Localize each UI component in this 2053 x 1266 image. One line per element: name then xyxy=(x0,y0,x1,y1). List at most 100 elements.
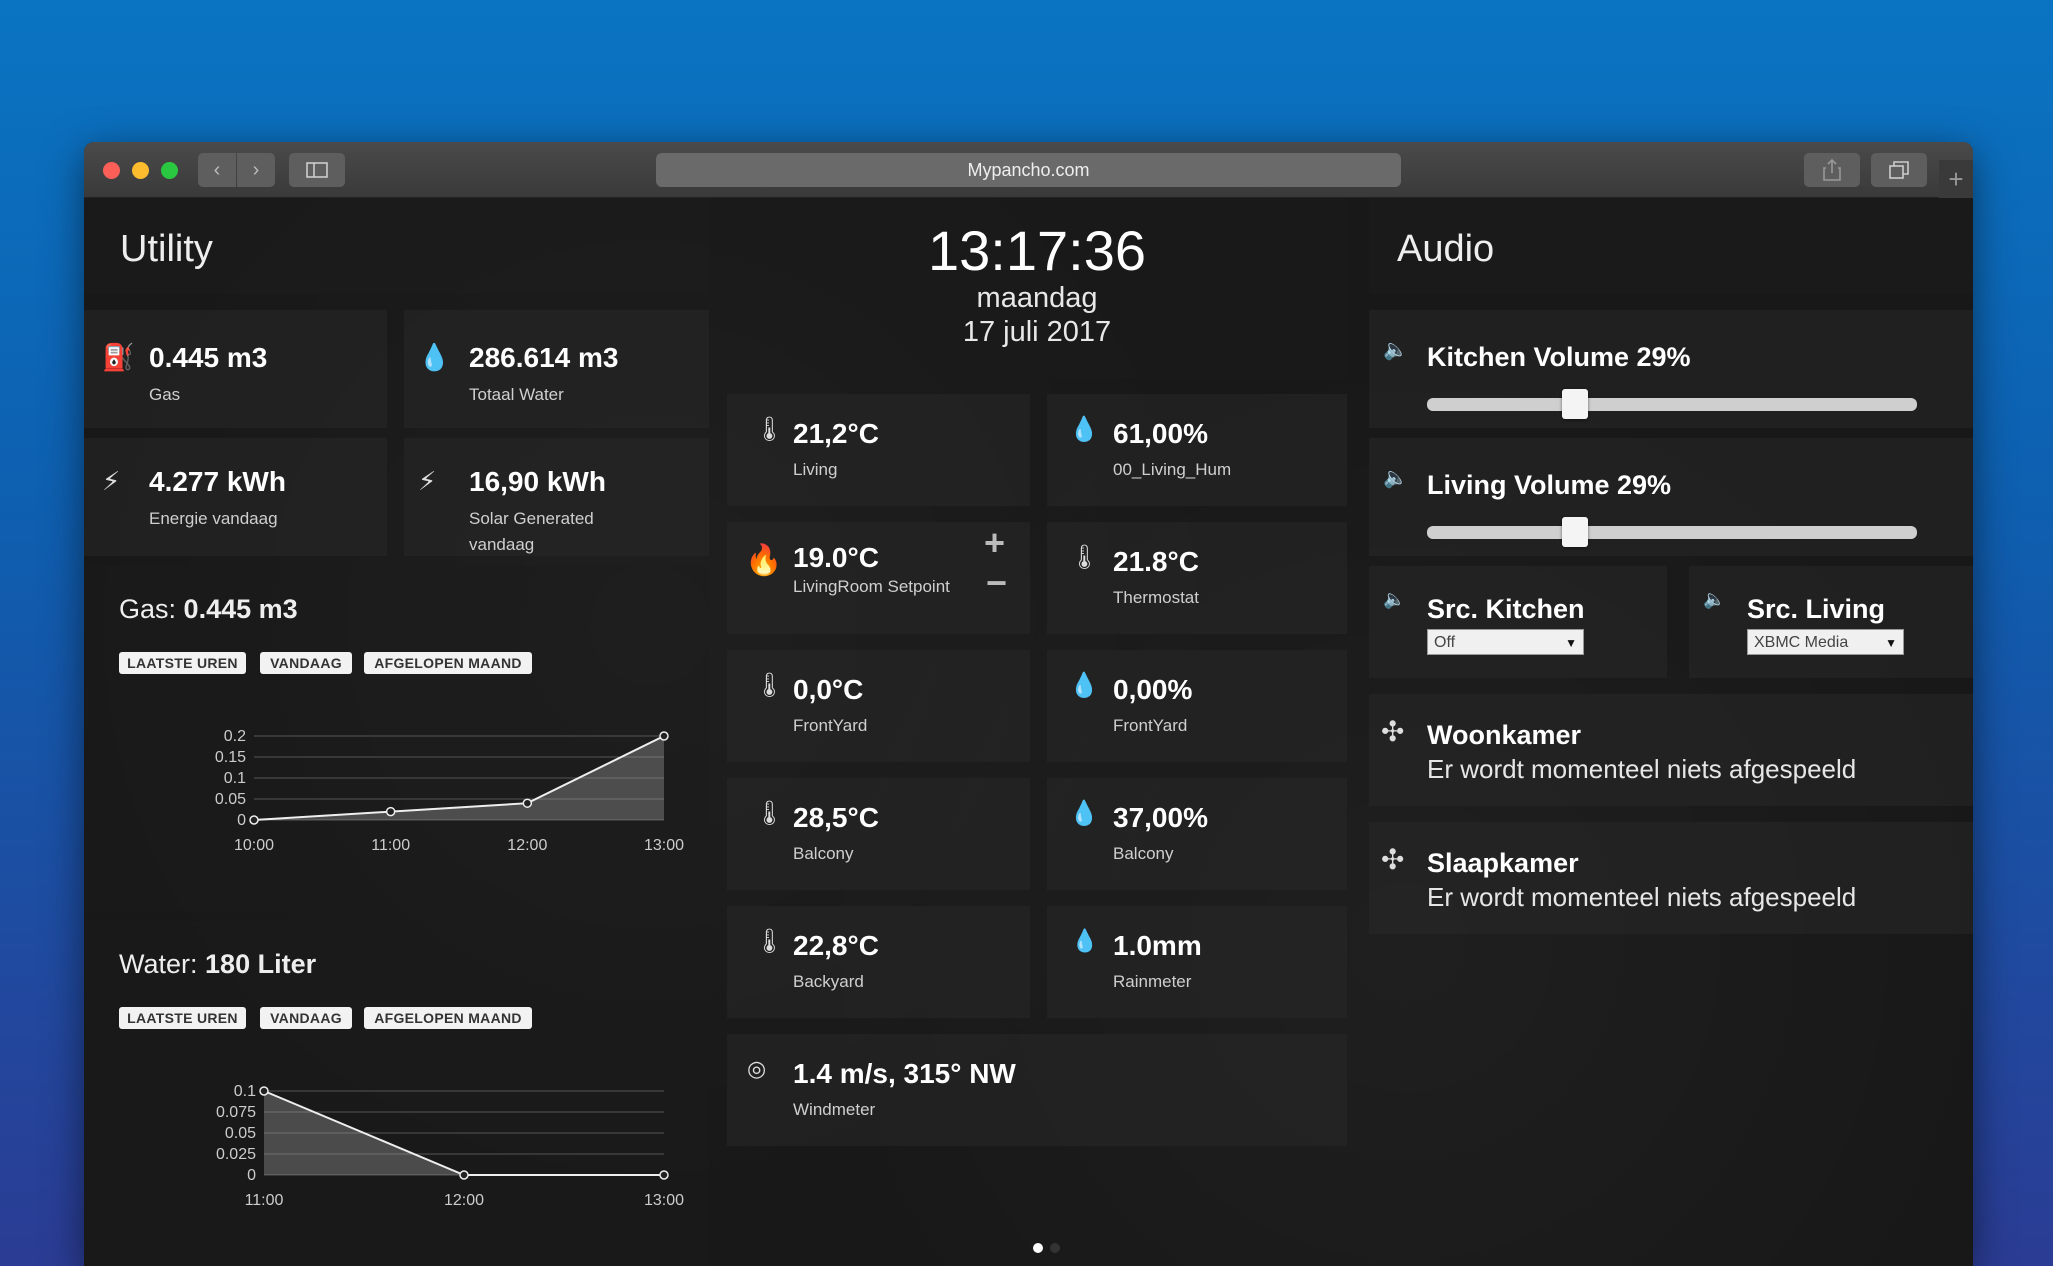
gas-chart: 0.2 0.15 0.1 0.05 0 10:00 11:00 12:00 13:00 xyxy=(215,728,684,854)
kitchen-volume-slider[interactable] xyxy=(1427,398,1917,411)
sensor-label: FrontYard xyxy=(793,716,868,735)
sensor-value: 0,00% xyxy=(1113,674,1193,705)
page-dot-2[interactable] xyxy=(1050,1243,1060,1253)
sensor-label: 00_Living_Hum xyxy=(1113,460,1232,479)
rain-icon: 💧 xyxy=(1071,928,1099,953)
x-tick-label: 11:00 xyxy=(371,837,410,854)
show-tabs-button[interactable] xyxy=(1871,153,1927,187)
water-today-button[interactable]: VANDAAG xyxy=(260,1007,352,1029)
data-point xyxy=(249,815,259,825)
thermometer-icon: 🌡 xyxy=(754,416,785,443)
player-woonkamer-tile[interactable]: ✣ Woonkamer Er wordt momenteel niets afg… xyxy=(1369,694,1973,806)
solar-tile[interactable]: ⚡ 16,90 kWh Solar Generated vandaag xyxy=(404,438,709,556)
gas-tile[interactable]: ⛽ 0.445 m3 Gas xyxy=(84,310,387,428)
gas-chart-panel: Gas: 0.445 m3 LAATSTE UREN VANDAAG AFGEL… xyxy=(84,566,709,911)
gas-today-button[interactable]: VANDAAG xyxy=(260,652,352,674)
sensor-value: 28,5°C xyxy=(793,802,879,833)
solar-value: 16,90 kWh xyxy=(469,466,606,497)
water-chart-panel: Water: 180 Liter LAATSTE UREN VANDAAG AF… xyxy=(84,921,709,1266)
gas-icon: ⛽ xyxy=(102,342,135,372)
new-tab-button[interactable]: + xyxy=(1939,160,1973,198)
src-living-select[interactable]: XBMC Media ▼ xyxy=(1747,629,1904,655)
back-button[interactable]: ‹ xyxy=(198,153,236,187)
humidity-icon: 💧 xyxy=(1069,672,1099,699)
sensor-tile-frontyard-hum[interactable]: 💧 0,00% FrontYard xyxy=(1047,650,1347,762)
x-tick-label: 12:00 xyxy=(507,837,547,854)
zoom-window-button[interactable] xyxy=(161,162,178,179)
sensor-tile-balcony-hum[interactable]: 💧 37,00% Balcony xyxy=(1047,778,1347,890)
kodi-icon: ✣ xyxy=(1381,844,1405,875)
y-tick-label: 0.025 xyxy=(216,1146,256,1163)
sensor-label: Windmeter xyxy=(793,1100,876,1119)
dashboard: Utility ⛽ 0.445 m3 Gas 💧 286.614 m3 Tota… xyxy=(84,198,1973,1266)
kitchen-volume-knob[interactable] xyxy=(1562,389,1588,419)
sensor-tile-frontyard-temp[interactable]: 🌡 0,0°C FrontYard xyxy=(727,650,1030,762)
wind-icon: ◎ xyxy=(747,1056,767,1081)
sensor-label: Living xyxy=(793,460,838,479)
water-last-hours-button[interactable]: LAATSTE UREN xyxy=(119,1007,246,1029)
src-living-label: Src. Living xyxy=(1747,594,1886,624)
kodi-icon: ✣ xyxy=(1381,716,1405,747)
dropdown-arrow-icon: ▼ xyxy=(1885,636,1897,650)
dropdown-arrow-icon: ▼ xyxy=(1565,636,1577,650)
sidebar-toggle-button[interactable] xyxy=(289,153,345,187)
water-last-month-button[interactable]: AFGELOPEN MAAND xyxy=(364,1007,532,1029)
clock-time: 13:17:36 xyxy=(928,219,1146,282)
page-dot-1[interactable] xyxy=(1033,1243,1043,1253)
sensor-tile-setpoint[interactable]: 🔥 19.0°C LivingRoom Setpoint + − xyxy=(727,522,1030,634)
speaker-icon: 🔈 xyxy=(1383,467,1408,489)
living-volume-label: Living Volume 29% xyxy=(1427,470,1672,500)
sensor-tile-living-hum[interactable]: 💧 61,00% 00_Living_Hum xyxy=(1047,394,1347,506)
src-living-tile: 🔈 Src. Living XBMC Media ▼ xyxy=(1689,566,1973,678)
minimize-window-button[interactable] xyxy=(132,162,149,179)
gas-value: 0.445 m3 xyxy=(149,342,268,373)
sensor-label: Rainmeter xyxy=(1113,972,1192,991)
sensor-value: 0,0°C xyxy=(793,674,864,705)
close-window-button[interactable] xyxy=(103,162,120,179)
y-tick-label: 0 xyxy=(237,812,246,829)
speaker-icon: 🔈 xyxy=(1383,339,1408,361)
gas-last-month-button[interactable]: AFGELOPEN MAAND xyxy=(364,652,532,674)
y-tick-label: 0 xyxy=(247,1167,256,1184)
forward-button[interactable]: › xyxy=(237,153,275,187)
gas-last-hours-button[interactable]: LAATSTE UREN xyxy=(119,652,246,674)
energy-value: 4.277 kWh xyxy=(149,466,286,497)
sensor-tile-living-temp[interactable]: 🌡 21,2°C Living xyxy=(727,394,1030,506)
src-kitchen-select[interactable]: Off ▼ xyxy=(1427,629,1584,655)
setpoint-decrease-button[interactable]: − xyxy=(986,562,1007,604)
sensor-label: Balcony xyxy=(1113,844,1174,863)
setpoint-increase-button[interactable]: + xyxy=(984,522,1005,564)
sensor-label: Thermostat xyxy=(1113,588,1199,607)
player-slaapkamer-tile[interactable]: ✣ Slaapkamer Er wordt momenteel niets af… xyxy=(1369,822,1973,934)
utility-header: Utility xyxy=(84,198,709,294)
sensor-tile-wind[interactable]: ◎ 1.4 m/s, 315° NW Windmeter xyxy=(727,1034,1347,1146)
energy-label: Energie vandaag xyxy=(149,509,278,528)
sensor-value: 61,00% xyxy=(1113,418,1208,449)
address-bar[interactable]: Mypancho.com xyxy=(656,153,1401,187)
living-volume-tile: 🔈 Living Volume 29% xyxy=(1369,438,1973,556)
thermometer-icon: 🌡 xyxy=(754,672,785,699)
energy-tile[interactable]: ⚡ 4.277 kWh Energie vandaag xyxy=(84,438,387,556)
share-button[interactable] xyxy=(1804,153,1860,187)
x-tick-label: 11:00 xyxy=(245,1192,284,1209)
y-tick-label: 0.2 xyxy=(224,728,246,745)
y-tick-label: 0.075 xyxy=(216,1104,256,1121)
living-volume-knob[interactable] xyxy=(1562,517,1588,547)
utility-title: Utility xyxy=(120,228,213,270)
solar-label-2: vandaag xyxy=(469,535,535,554)
living-volume-slider[interactable] xyxy=(1427,526,1917,539)
water-chart: 0.1 0.075 0.05 0.025 0 11:00 12:00 13:00 xyxy=(216,1083,684,1209)
player-name: Woonkamer xyxy=(1427,720,1582,750)
clock-date: 17 juli 2017 xyxy=(962,316,1112,348)
sensor-tile-thermostat[interactable]: 🌡 21.8°C Thermostat xyxy=(1047,522,1347,634)
thermometer-icon: 🌡 xyxy=(754,800,785,827)
x-tick-label: 13:00 xyxy=(644,837,684,854)
browser-window: ‹ › Mypancho.com + Utility ⛽ 0.445 m3 Ga… xyxy=(84,142,1973,1266)
water-total-tile[interactable]: 💧 286.614 m3 Totaal Water xyxy=(404,310,709,428)
water-chart-title-value: 180 Liter xyxy=(205,949,317,979)
sensor-tile-rain[interactable]: 💧 1.0mm Rainmeter xyxy=(1047,906,1347,1018)
water-total-label: Totaal Water xyxy=(469,385,564,404)
sensor-tile-balcony-temp[interactable]: 🌡 28,5°C Balcony xyxy=(727,778,1030,890)
sensor-tile-backyard-temp[interactable]: 🌡 22,8°C Backyard xyxy=(727,906,1030,1018)
gas-label: Gas xyxy=(149,385,181,404)
